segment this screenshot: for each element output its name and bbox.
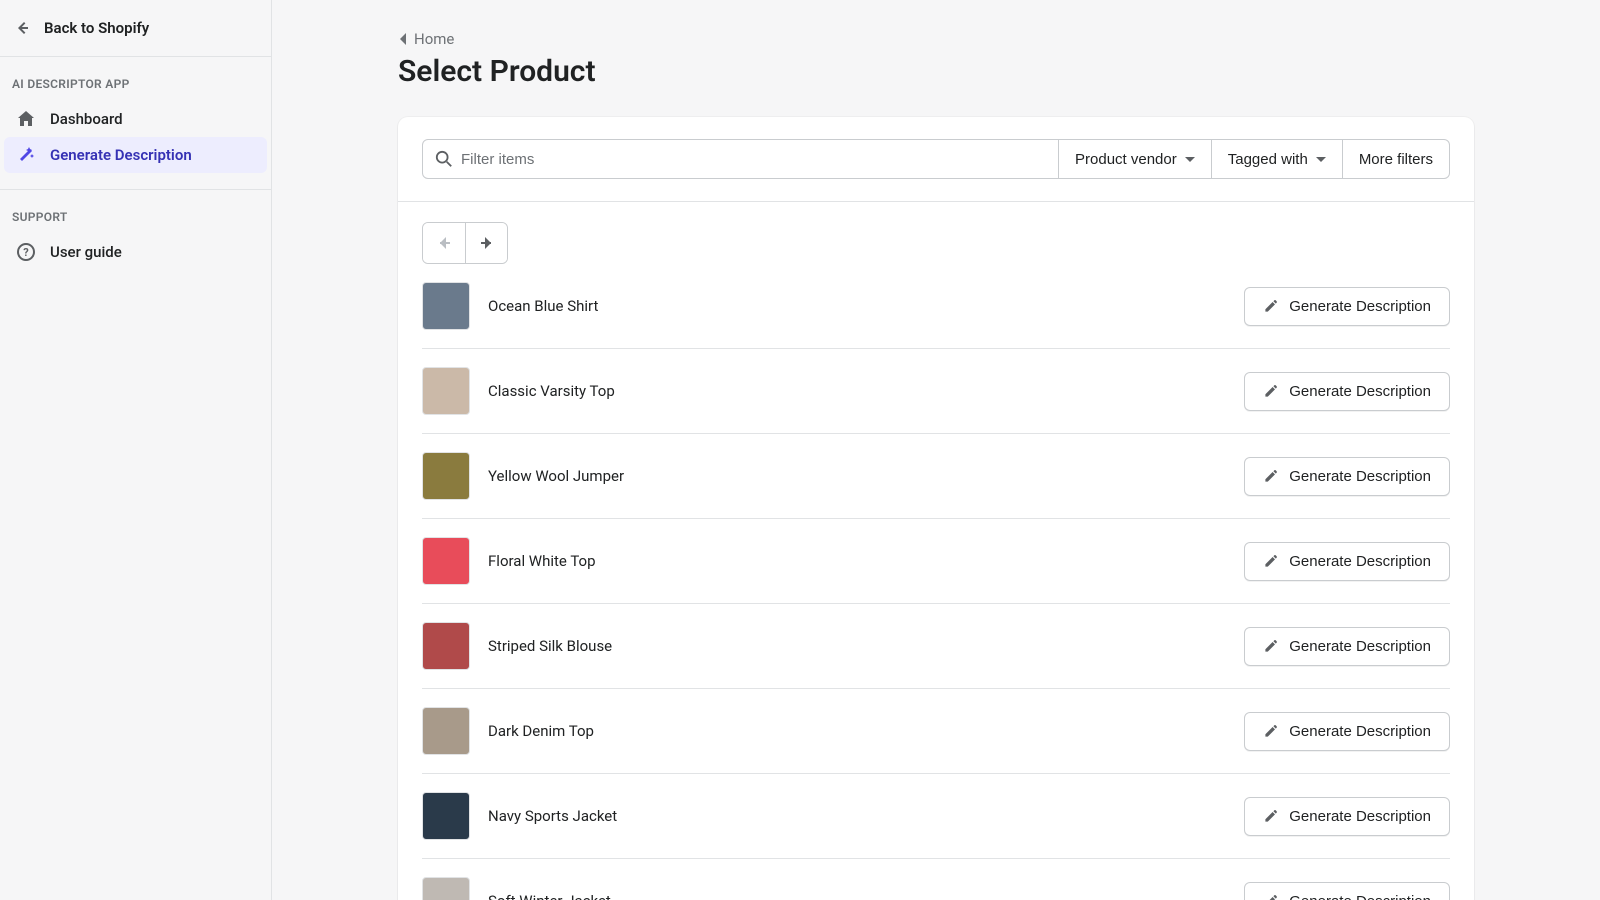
product-name: Striped Silk Blouse [488,637,1244,655]
sidebar-item-user-guide[interactable]: ? User guide [4,234,267,270]
pencil-icon [1263,383,1279,399]
generate-button-label: Generate Description [1289,638,1431,655]
search-input[interactable] [461,151,1046,168]
generate-description-button[interactable]: Generate Description [1244,372,1450,411]
product-row[interactable]: Navy Sports Jacket Generate Description [422,774,1450,859]
wand-icon [16,145,36,165]
chevron-left-icon [398,32,408,46]
home-icon [16,109,36,129]
arrow-left-icon [12,18,32,38]
generate-description-button[interactable]: Generate Description [1244,287,1450,326]
nav-section-app: AI DESCRIPTOR APP Dashboard Generate Des… [0,57,271,177]
sidebar: Back to Shopify AI DESCRIPTOR APP Dashbo… [0,0,272,900]
pencil-icon [1263,638,1279,654]
pager-prev-button[interactable] [423,223,465,263]
page-title: Select Product [398,54,1474,89]
pencil-icon [1263,723,1279,739]
generate-description-button[interactable]: Generate Description [1244,457,1450,496]
filter-tagged-button[interactable]: Tagged with [1212,139,1343,179]
filter-more-label: More filters [1359,151,1433,168]
help-icon: ? [16,242,36,262]
product-thumbnail [422,452,470,500]
generate-button-label: Generate Description [1289,808,1431,825]
breadcrumb-home: Home [414,30,454,48]
product-name: Floral White Top [488,552,1244,570]
generate-description-button[interactable]: Generate Description [1244,797,1450,836]
back-to-shopify-link[interactable]: Back to Shopify [0,0,271,57]
sidebar-item-label: Dashboard [50,110,123,128]
product-list: Ocean Blue ShirtGenerate DescriptionClas… [398,264,1474,900]
product-row[interactable]: Yellow Wool Jumper Generate Description [422,434,1450,519]
product-name: Ocean Blue Shirt [488,297,1244,315]
pencil-icon [1263,553,1279,569]
pencil-icon [1263,298,1279,314]
filter-more-button[interactable]: More filters [1343,139,1450,179]
generate-description-button[interactable]: Generate Description [1244,627,1450,666]
product-row[interactable]: Floral White Top Generate Description [422,519,1450,604]
product-row[interactable]: Dark Denim Top Generate Description [422,689,1450,774]
product-thumbnail [422,877,470,900]
pencil-icon [1263,893,1279,900]
product-name: Dark Denim Top [488,722,1244,740]
filter-tagged-label: Tagged with [1228,151,1308,168]
product-thumbnail [422,707,470,755]
product-card: Product vendor Tagged with More filters [398,117,1474,900]
filter-vendor-label: Product vendor [1075,151,1177,168]
pencil-icon [1263,808,1279,824]
arrow-right-icon [477,233,497,253]
product-name: Navy Sports Jacket [488,807,1244,825]
sidebar-item-dashboard[interactable]: Dashboard [4,101,267,137]
search-icon [435,150,453,168]
product-thumbnail [422,792,470,840]
generate-description-button[interactable]: Generate Description [1244,542,1450,581]
product-thumbnail [422,537,470,585]
generate-description-button[interactable]: Generate Description [1244,882,1450,900]
chevron-down-icon [1185,157,1195,162]
generate-button-label: Generate Description [1289,468,1431,485]
nav-heading-app: AI DESCRIPTOR APP [0,73,271,101]
generate-button-label: Generate Description [1289,383,1431,400]
product-row[interactable]: Striped Silk Blouse Generate Description [422,604,1450,689]
breadcrumb[interactable]: Home [398,30,1474,48]
search-wrap[interactable] [422,139,1059,179]
product-name: Classic Varsity Top [488,382,1244,400]
product-thumbnail [422,367,470,415]
product-row[interactable]: Ocean Blue Shirt Generate Description [422,264,1450,349]
svg-text:?: ? [23,246,29,259]
chevron-down-icon [1316,157,1326,162]
filter-vendor-button[interactable]: Product vendor [1059,139,1212,179]
arrow-left-icon [434,233,454,253]
generate-description-button[interactable]: Generate Description [1244,712,1450,751]
sidebar-item-label: User guide [50,243,122,261]
pencil-icon [1263,468,1279,484]
generate-button-label: Generate Description [1289,723,1431,740]
generate-button-label: Generate Description [1289,298,1431,315]
sidebar-item-generate[interactable]: Generate Description [4,137,267,173]
product-row[interactable]: Classic Varsity Top Generate Description [422,349,1450,434]
nav-heading-support: SUPPORT [0,206,271,234]
pager-next-button[interactable] [465,223,507,263]
product-name: Yellow Wool Jumper [488,467,1244,485]
pager [398,202,1474,264]
nav-section-support: SUPPORT ? User guide [0,189,271,274]
product-thumbnail [422,282,470,330]
product-thumbnail [422,622,470,670]
generate-button-label: Generate Description [1289,893,1431,900]
filter-bar: Product vendor Tagged with More filters [398,117,1474,202]
product-row[interactable]: Soft Winter Jacket Generate Description [422,859,1450,900]
main-content: Home Select Product Product vendor Tagge… [272,0,1600,900]
pager-group [422,222,508,264]
generate-button-label: Generate Description [1289,553,1431,570]
product-name: Soft Winter Jacket [488,892,1244,900]
back-label: Back to Shopify [44,19,149,37]
sidebar-item-label: Generate Description [50,146,192,164]
